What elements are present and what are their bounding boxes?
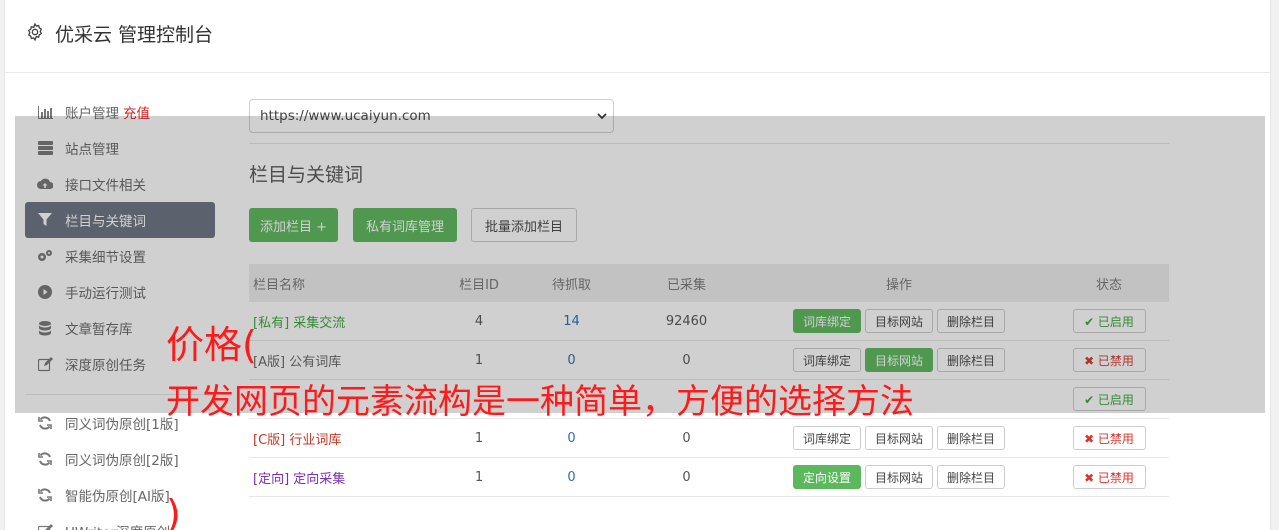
header: 优采云 管理控制台: [5, 0, 1270, 73]
status-toggle[interactable]: ✖ 已禁用: [1072, 426, 1146, 450]
row-actions: 词库绑定 目标网站 删除栏目: [749, 426, 1049, 450]
sidebar-item-label: 同义词伪原创[2版]: [65, 453, 179, 469]
row-tag: [定向]: [253, 471, 290, 487]
sidebar-item-synonym-v2[interactable]: 同义词伪原创[2版]: [25, 441, 215, 477]
target-site-button[interactable]: 目标网站: [864, 465, 933, 489]
row-actions: 定向设置 目标网站 删除栏目: [749, 465, 1049, 489]
table-row: [C版] 行业词库 1 0 0 词库绑定 目标网站 删除栏目 ✖ 已禁用: [249, 419, 1169, 458]
edit-icon: [37, 523, 53, 530]
refresh-icon: [37, 487, 53, 503]
lexicon-bind-button[interactable]: 词库绑定: [792, 426, 861, 450]
delete-column-button[interactable]: 删除栏目: [937, 426, 1006, 450]
refresh-icon: [37, 451, 53, 467]
target-site-button[interactable]: 目标网站: [864, 426, 933, 450]
sidebar-item-label: 同义词伪原创[1版]: [65, 417, 179, 433]
row-name: 行业词库: [289, 432, 342, 448]
page-title: 优采云 管理控制台: [55, 24, 214, 46]
column-name[interactable]: [C版] 行业词库: [249, 429, 439, 448]
overlay-caption-line1: 价格(: [166, 323, 257, 367]
column-name[interactable]: [定向] 定向采集: [249, 468, 439, 487]
delete-column-button[interactable]: 删除栏目: [937, 465, 1006, 489]
sidebar-item-uwriter[interactable]: UWriter深度原创: [25, 513, 215, 530]
row-name: 定向采集: [293, 471, 346, 487]
refresh-icon: [37, 415, 53, 431]
overlay-caption-line2: 开发网页的元素流构是一种简单，方便的选择方法: [166, 382, 914, 422]
directed-settings-button[interactable]: 定向设置: [792, 465, 861, 489]
gear-icon: [27, 22, 43, 42]
column-id: 1: [474, 469, 484, 485]
pending-count[interactable]: 0: [519, 431, 624, 446]
row-tag: [C版]: [253, 432, 286, 448]
collected-count: 0: [682, 469, 691, 485]
sidebar-item-smart-ai[interactable]: 智能伪原创[AI版]: [25, 477, 215, 513]
overlay-caption-paren: ): [166, 492, 181, 530]
pending-count[interactable]: 0: [519, 470, 624, 485]
collected-count: 0: [682, 430, 691, 446]
table-row: [定向] 定向采集 1 0 0 定向设置 目标网站 删除栏目 ✖ 已禁用: [249, 458, 1169, 497]
sidebar-item-label: 智能伪原创[AI版]: [65, 489, 170, 505]
sidebar-item-label: UWriter深度原创: [65, 521, 170, 530]
column-id: 1: [474, 430, 484, 446]
status-toggle[interactable]: ✖ 已禁用: [1072, 465, 1146, 489]
